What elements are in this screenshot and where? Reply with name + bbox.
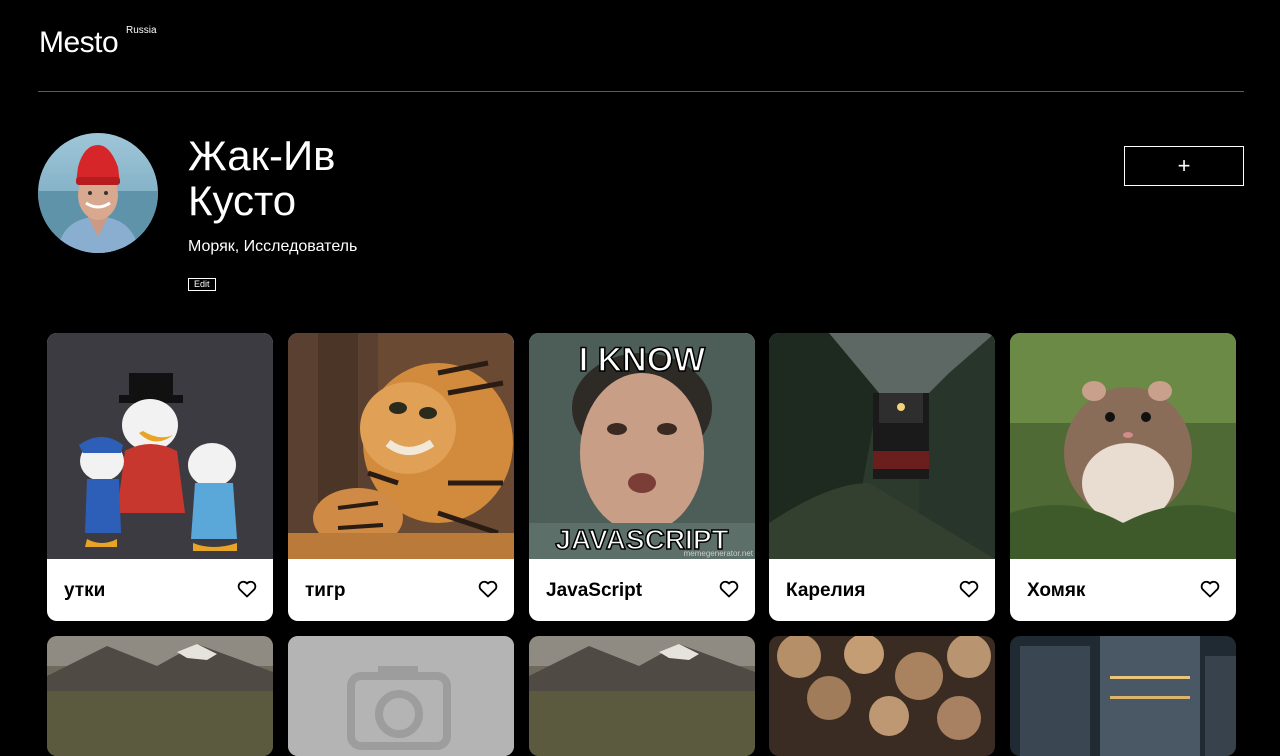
card: Хомяк: [1010, 333, 1236, 621]
card: [529, 636, 755, 756]
card: [1010, 636, 1236, 756]
heart-icon[interactable]: [719, 580, 739, 598]
hamster-image[interactable]: [1010, 333, 1236, 559]
heart-icon[interactable]: [237, 580, 257, 598]
card-title: Хомяк: [1027, 580, 1086, 601]
tiger-image[interactable]: [288, 333, 514, 559]
ducks-image[interactable]: [47, 333, 273, 559]
card: [288, 636, 514, 756]
logs-image[interactable]: [769, 636, 995, 756]
meme-image[interactable]: I KNOW JAVASCRIPT memegenerator.net: [529, 333, 755, 559]
logo[interactable]: Mesto: [39, 26, 119, 60]
card: тигр: [288, 333, 514, 621]
mountain-image[interactable]: [47, 636, 273, 756]
add-card-button[interactable]: +: [1124, 146, 1244, 186]
meme-top-text: I KNOW: [579, 341, 706, 379]
profile-about: Моряк, Исследователь: [188, 238, 358, 255]
card: Карелия: [769, 333, 995, 621]
edit-profile-button[interactable]: Edit: [188, 278, 216, 291]
train-forest-image[interactable]: [769, 333, 995, 559]
card: I KNOW JAVASCRIPT memegenerator.net Java…: [529, 333, 755, 621]
card: [769, 636, 995, 756]
card: [47, 636, 273, 756]
profile-name: Жак-Ив Кусто: [188, 132, 336, 224]
card: утки: [47, 333, 273, 621]
card-title: утки: [64, 580, 106, 601]
card-title: тигр: [305, 580, 346, 601]
camera-placeholder-icon: [288, 636, 514, 756]
card-title: Карелия: [786, 580, 866, 601]
heart-icon[interactable]: [478, 580, 498, 598]
city-image[interactable]: [1010, 636, 1236, 756]
mountain-image[interactable]: [529, 636, 755, 756]
meme-watermark: memegenerator.net: [684, 549, 754, 558]
header: Mesto Russia: [38, 0, 1244, 92]
heart-icon[interactable]: [1200, 580, 1220, 598]
heart-icon[interactable]: [959, 580, 979, 598]
card-title: JavaScript: [546, 580, 643, 601]
avatar[interactable]: [38, 133, 158, 253]
logo-superscript: Russia: [126, 25, 157, 36]
